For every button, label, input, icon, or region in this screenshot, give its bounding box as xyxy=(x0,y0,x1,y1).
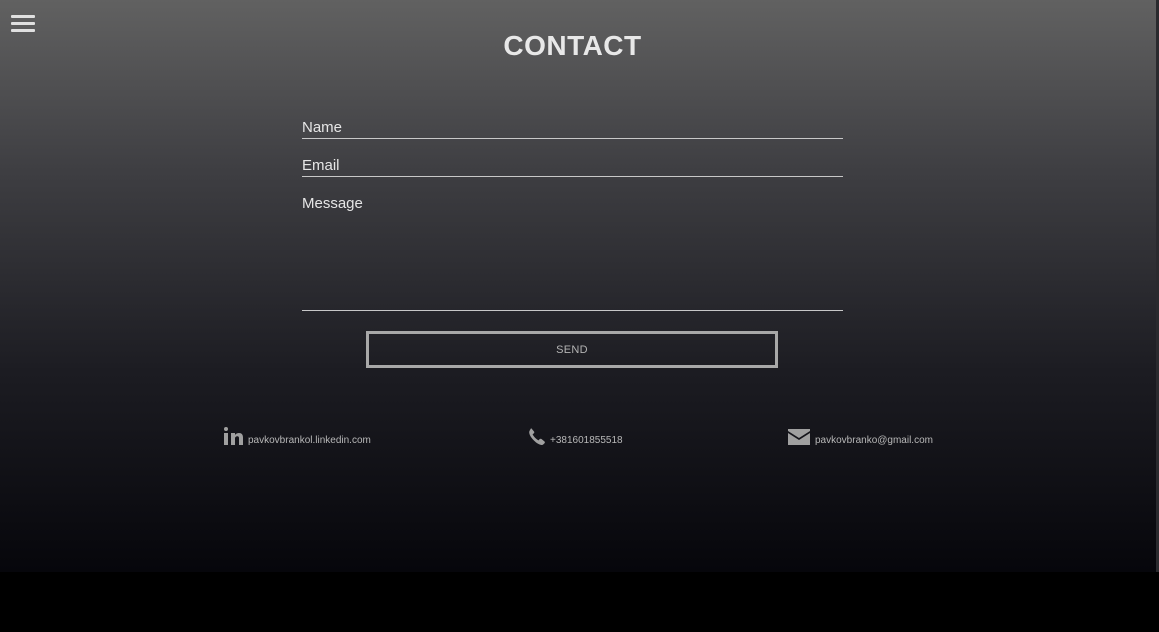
contact-linkedin[interactable]: pavkovbrankol.linkedin.com xyxy=(224,426,371,448)
name-input[interactable] xyxy=(302,117,843,138)
email-link[interactable]: pavkovbranko@gmail.com xyxy=(815,435,933,448)
contact-page: CONTACT SEND pavkovbrankol.linkedin.com xyxy=(0,0,1159,572)
envelope-icon xyxy=(788,429,810,448)
send-button[interactable]: SEND xyxy=(366,331,778,368)
email-input[interactable] xyxy=(302,155,843,176)
email-field-wrapper xyxy=(302,155,843,177)
page-title: CONTACT xyxy=(503,30,642,61)
message-textarea[interactable] xyxy=(302,195,843,310)
contact-email[interactable]: pavkovbranko@gmail.com xyxy=(788,426,933,448)
contact-phone[interactable]: +381601855518 xyxy=(528,426,623,448)
phone-icon xyxy=(528,428,545,448)
phone-number[interactable]: +381601855518 xyxy=(550,435,623,448)
bottom-bar xyxy=(0,572,1159,632)
name-field-wrapper xyxy=(302,117,843,139)
linkedin-link[interactable]: pavkovbrankol.linkedin.com xyxy=(248,435,371,448)
message-field-wrapper xyxy=(302,195,843,311)
linkedin-icon xyxy=(224,427,243,448)
